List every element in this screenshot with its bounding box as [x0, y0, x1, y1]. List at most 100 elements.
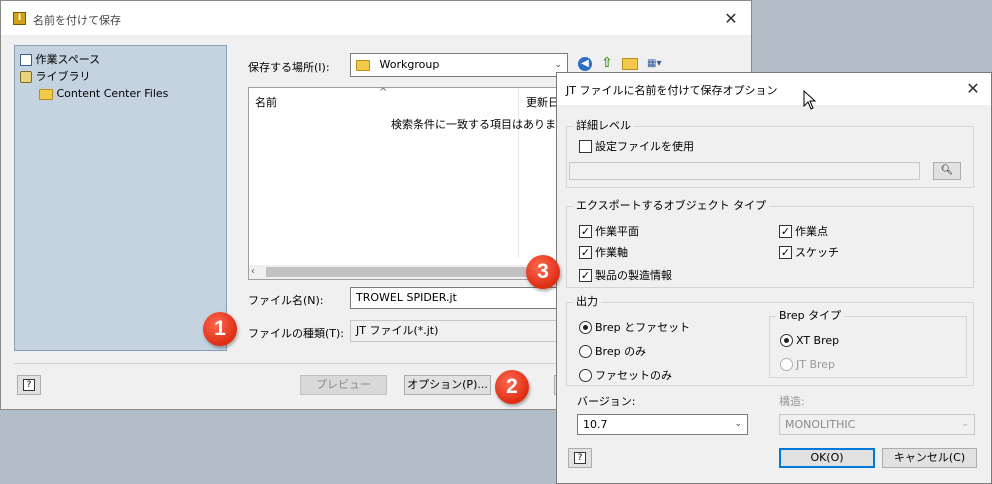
- brep-type-group: Brep タイプ XT Brep JT Brep: [769, 309, 967, 378]
- radio-button[interactable]: [579, 368, 592, 382]
- version-combo[interactable]: 10.7 ⌄: [577, 414, 748, 435]
- app-icon: I: [13, 12, 26, 25]
- tree-item-label: 作業スペース: [35, 53, 101, 66]
- pmi-checkbox[interactable]: ✓ 製品の製造情報: [579, 267, 672, 283]
- radio-button[interactable]: [579, 320, 592, 334]
- use-config-checkbox[interactable]: 設定ファイルを使用: [579, 138, 694, 154]
- radio-button[interactable]: [780, 358, 793, 371]
- version-label: バージョン:: [577, 395, 636, 408]
- close-icon[interactable]: ✕: [965, 81, 981, 97]
- location-value: Workgroup: [379, 58, 440, 71]
- callout-badge-2: 2: [495, 370, 529, 404]
- jt-titlebar: JT ファイルに名前を付けて保存オプション ✕: [557, 73, 991, 105]
- help-icon: ?: [23, 379, 35, 391]
- config-path-input[interactable]: [569, 162, 920, 180]
- checkbox-box[interactable]: ✓: [579, 245, 592, 259]
- close-icon[interactable]: ✕: [723, 11, 739, 27]
- save-as-titlebar: I 名前を付けて保存 ✕: [1, 1, 751, 35]
- library-icon: [20, 71, 32, 83]
- empty-message: 検索条件に一致する項目はありま: [391, 118, 556, 131]
- structure-value: MONOLITHIC: [785, 418, 856, 431]
- radio-button[interactable]: [780, 334, 793, 347]
- use-config-label: 設定ファイルを使用: [595, 140, 694, 153]
- brep-type-title: Brep タイプ: [776, 309, 845, 323]
- ok-button[interactable]: OK(O): [779, 448, 875, 468]
- tree-item-label: ライブラリ: [35, 70, 91, 83]
- output-option-label: Brep のみ: [595, 345, 647, 358]
- help-icon: ?: [574, 452, 586, 464]
- column-header-modified[interactable]: 更新日: [526, 94, 559, 110]
- help-button[interactable]: ?: [568, 448, 592, 468]
- filename-label: ファイル名(N):: [248, 294, 324, 307]
- tree-item-content-center[interactable]: Content Center Files: [39, 87, 168, 100]
- output-title: 出力: [573, 295, 601, 309]
- filetype-combo[interactable]: JT ファイル(*.jt): [350, 320, 558, 342]
- help-button[interactable]: ?: [17, 375, 41, 395]
- jt-brep-radio[interactable]: JT Brep: [780, 358, 835, 371]
- folder-icon: [39, 88, 53, 100]
- export-types-title: エクスポートするオブジェクト タイプ: [573, 199, 770, 213]
- jt-title: JT ファイルに名前を付けて保存オプション: [566, 84, 778, 97]
- work-plane-checkbox[interactable]: ✓ 作業平面: [579, 223, 639, 239]
- checkbox-box[interactable]: ✓: [779, 245, 792, 259]
- horizontal-scrollbar[interactable]: ‹: [249, 265, 557, 279]
- cancel-button[interactable]: キャンセル(C): [882, 448, 977, 468]
- export-types-group: エクスポートするオブジェクト タイプ ✓ 作業平面 ✓ 作業点 ✓ 作業軸 ✓ …: [566, 199, 974, 288]
- detail-level-group: 詳細レベル 設定ファイルを使用 🔍︎: [566, 119, 974, 188]
- nav-tree: 作業スペース ライブラリ Content Center Files: [14, 45, 227, 351]
- structure-label: 構造:: [779, 395, 805, 408]
- tree-item-library[interactable]: ライブラリ: [20, 68, 91, 84]
- checkbox-box[interactable]: [579, 139, 592, 153]
- view-menu-icon[interactable]: ▦▾: [647, 57, 669, 71]
- browse-button[interactable]: 🔍︎: [933, 162, 961, 180]
- pmi-label: 製品の製造情報: [595, 269, 672, 282]
- scroll-left-icon[interactable]: ‹: [251, 265, 255, 279]
- chevron-down-icon: ⌄: [961, 419, 969, 429]
- options-button[interactable]: オプション(P)...: [404, 375, 491, 395]
- column-header-name[interactable]: 名前: [255, 94, 277, 110]
- back-icon[interactable]: ◀: [578, 57, 592, 71]
- tree-item-workspace[interactable]: 作業スペース: [20, 51, 100, 67]
- output-brep-facet-radio[interactable]: Brep とファセット: [579, 319, 690, 335]
- output-option-label: ファセットのみ: [595, 369, 672, 382]
- work-axis-checkbox[interactable]: ✓ 作業軸: [579, 244, 628, 260]
- filetype-value: JT ファイル(*.jt): [356, 324, 439, 337]
- sketch-checkbox[interactable]: ✓ スケッチ: [779, 244, 839, 260]
- tree-item-label: Content Center Files: [56, 87, 169, 100]
- work-point-label: 作業点: [795, 225, 828, 238]
- search-icon: 🔍︎: [940, 165, 954, 176]
- detail-level-title: 詳細レベル: [573, 119, 634, 133]
- callout-badge-1: 1: [203, 312, 237, 346]
- output-facet-only-radio[interactable]: ファセットのみ: [579, 367, 672, 383]
- new-folder-icon[interactable]: [622, 58, 638, 70]
- work-axis-label: 作業軸: [595, 246, 628, 259]
- output-group: 出力 Brep とファセット Brep のみ ファセットのみ Brep タイプ …: [566, 295, 974, 386]
- output-option-label: Brep とファセット: [595, 321, 691, 334]
- structure-combo[interactable]: MONOLITHIC ⌄: [779, 414, 975, 435]
- location-label: 保存する場所(I):: [248, 61, 330, 74]
- version-value: 10.7: [583, 418, 608, 431]
- location-combo[interactable]: Workgroup ⌄: [350, 53, 568, 77]
- scroll-thumb[interactable]: [266, 267, 556, 277]
- filename-input[interactable]: TROWEL SPIDER.jt: [350, 287, 558, 309]
- sort-asc-icon: ^: [379, 87, 388, 98]
- column-divider: [518, 88, 519, 258]
- file-list[interactable]: 名前 ^ 更新日 検索条件に一致する項目はありま ‹: [248, 87, 559, 280]
- xt-brep-radio[interactable]: XT Brep: [780, 334, 839, 347]
- output-brep-only-radio[interactable]: Brep のみ: [579, 343, 646, 359]
- checkbox-box[interactable]: ✓: [779, 224, 792, 238]
- brep-type-label: JT Brep: [796, 358, 836, 371]
- mouse-cursor-icon: [803, 90, 817, 110]
- brep-type-label: XT Brep: [796, 334, 840, 347]
- up-folder-icon[interactable]: ⇧: [599, 55, 615, 71]
- jt-options-dialog: JT ファイルに名前を付けて保存オプション ✕ 詳細レベル 設定ファイルを使用 …: [556, 72, 992, 484]
- work-point-checkbox[interactable]: ✓ 作業点: [779, 223, 828, 239]
- checkbox-box[interactable]: ✓: [579, 224, 592, 238]
- filetype-label: ファイルの種類(T):: [248, 327, 345, 340]
- preview-button[interactable]: プレビュー: [300, 375, 387, 395]
- chevron-down-icon: ⌄: [734, 419, 742, 429]
- folder-icon: [356, 59, 370, 71]
- workspace-icon: [20, 54, 32, 66]
- radio-button[interactable]: [579, 344, 592, 358]
- checkbox-box[interactable]: ✓: [579, 268, 592, 282]
